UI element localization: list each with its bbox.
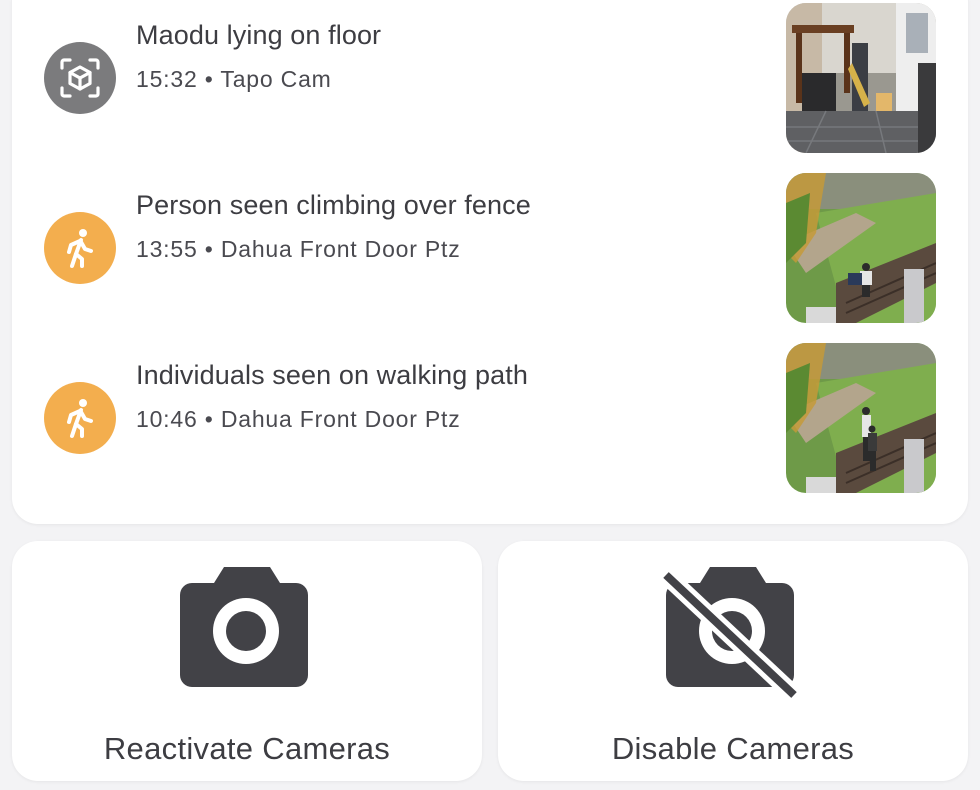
event-title: Individuals seen on walking path: [136, 360, 528, 390]
event-time: 13:55: [136, 236, 198, 262]
event-snapshot-thumbnail[interactable]: [786, 343, 936, 493]
object-detection-icon: [44, 42, 116, 114]
event-row[interactable]: Person seen climbing over fence 13:55 • …: [12, 170, 968, 323]
walking-person-icon: [44, 382, 116, 454]
event-meta: 13:55 • Dahua Front Door Ptz: [136, 236, 461, 263]
camera-icon: [172, 563, 322, 703]
walking-person-icon: [44, 212, 116, 284]
meta-separator: •: [204, 66, 214, 92]
event-camera: Dahua Front Door Ptz: [220, 236, 461, 262]
event-snapshot-thumbnail[interactable]: [786, 173, 936, 323]
camera-off-icon: [658, 563, 808, 703]
meta-separator: •: [204, 406, 214, 432]
event-meta: 10:46 • Dahua Front Door Ptz: [136, 406, 461, 433]
recent-events-card: Maodu lying on floor 15:32 • Tapo Cam Pe…: [12, 0, 968, 524]
event-meta: 15:32 • Tapo Cam: [136, 66, 332, 93]
reactivate-cameras-label: Reactivate Cameras: [103, 731, 391, 766]
meta-separator: •: [204, 236, 214, 262]
event-title: Person seen climbing over fence: [136, 190, 531, 220]
event-row[interactable]: Maodu lying on floor 15:32 • Tapo Cam: [12, 0, 968, 153]
disable-cameras-label: Disable Cameras: [611, 731, 855, 766]
event-snapshot-thumbnail[interactable]: [786, 3, 936, 153]
reactivate-cameras-button[interactable]: Reactivate Cameras: [12, 541, 482, 781]
disable-cameras-button[interactable]: Disable Cameras: [498, 541, 968, 781]
event-time: 10:46: [136, 406, 198, 432]
event-row[interactable]: Individuals seen on walking path 10:46 •…: [12, 340, 968, 493]
event-time: 15:32: [136, 66, 198, 92]
event-title: Maodu lying on floor: [136, 20, 382, 50]
event-camera: Tapo Cam: [220, 66, 332, 92]
event-camera: Dahua Front Door Ptz: [220, 406, 461, 432]
